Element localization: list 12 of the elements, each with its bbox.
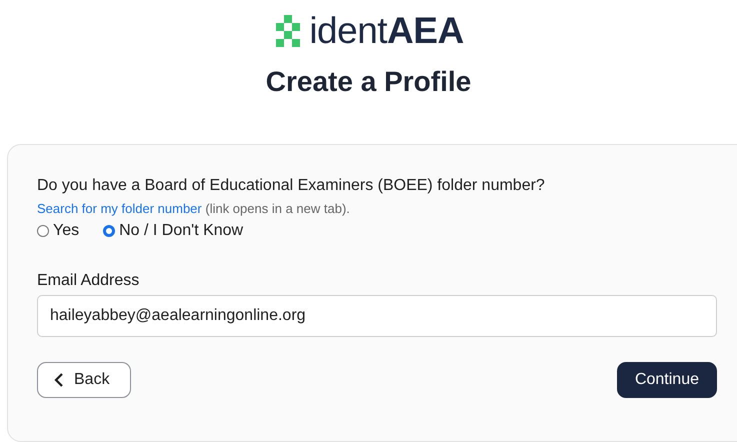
folder-question: Do you have a Board of Educational Examiners (BOEE) folder number? — [37, 177, 546, 195]
link-note: (link opens in a new tab). — [205, 201, 350, 216]
radio-option[interactable]: Yes — [37, 222, 80, 240]
radio-option[interactable]: No / I Don't Know — [103, 222, 244, 240]
email-label: Email Address — [37, 272, 140, 290]
back-button[interactable]: Back — [37, 362, 131, 398]
email-field[interactable]: haileyabbey@aealearningonline.org — [37, 295, 717, 337]
folder-search-link[interactable]: Search for my folder number — [37, 201, 202, 216]
logo-text: identAEA — [309, 10, 464, 52]
page-title: Create a Profile — [266, 66, 472, 98]
continue-button[interactable]: Continue — [616, 362, 717, 398]
chevron-left-icon — [54, 373, 64, 387]
